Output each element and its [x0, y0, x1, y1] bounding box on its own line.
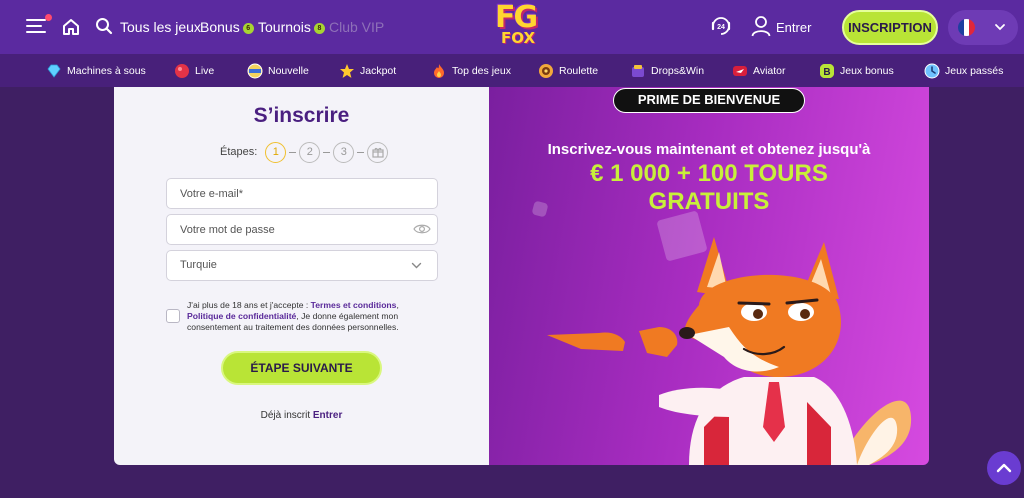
category-label: Jeux passés	[945, 65, 1004, 77]
next-step-button[interactable]: ÉTAPE SUIVANTE	[221, 351, 382, 385]
nav-all-games-label: Tous les jeux	[120, 19, 201, 35]
site-logo[interactable]: FG FOX	[492, 3, 550, 51]
live-icon	[175, 64, 189, 78]
category-new[interactable]: Nouvelle	[247, 62, 309, 80]
user-icon[interactable]	[751, 15, 771, 37]
bonus-count-badge: 6	[242, 23, 254, 34]
category-label: Jackpot	[360, 65, 397, 77]
form-title: S’inscrire	[253, 104, 350, 127]
category-bonus-games[interactable]: B Jeux bonus	[819, 62, 894, 80]
tournaments-count-badge: 8	[313, 23, 325, 34]
history-icon	[924, 63, 940, 79]
scroll-to-top-button[interactable]	[987, 451, 1021, 485]
nav-bonus-label: Bonus	[200, 19, 240, 35]
aviator-icon	[733, 66, 747, 76]
nav-vip-club[interactable]: Club VIP	[329, 19, 384, 35]
menu-icon[interactable]	[26, 14, 52, 35]
diamond-icon	[47, 64, 61, 78]
category-roulette[interactable]: Roulette	[538, 62, 598, 80]
terms-link[interactable]: Termes et conditions	[311, 300, 397, 310]
fox-mascot-illustration	[547, 237, 912, 465]
category-label: Machines à sous	[67, 65, 146, 77]
category-drops-win[interactable]: Drops&Win	[630, 62, 704, 80]
support-24-icon[interactable]: 24	[710, 15, 732, 37]
step-gift	[367, 141, 389, 163]
category-slots[interactable]: Machines à sous	[46, 62, 146, 80]
category-live[interactable]: Live	[174, 62, 214, 80]
category-aviator[interactable]: Aviator	[732, 62, 786, 80]
category-label: Jeux bonus	[840, 65, 894, 77]
support-badge-text: 24	[717, 24, 725, 31]
top-header: Tous les jeux Bonus 6 Tournois 8 Club VIP …	[0, 0, 1024, 54]
welcome-bonus-badge: PRIME DE BIENVENUE	[613, 88, 805, 113]
language-select[interactable]	[948, 10, 1018, 45]
nav-tournaments[interactable]: Tournois 8	[258, 19, 325, 35]
france-flag-icon	[958, 19, 975, 36]
show-password-icon[interactable]	[413, 223, 431, 235]
search-icon[interactable]	[95, 17, 113, 35]
nav-vip-club-label: Club VIP	[329, 19, 385, 35]
category-label: Top des jeux	[452, 65, 511, 77]
fire-icon	[434, 64, 444, 78]
country-select-value: Turquie	[180, 259, 217, 271]
chevron-up-icon	[996, 463, 1012, 473]
drops-win-icon	[632, 65, 644, 77]
category-label: Roulette	[559, 65, 599, 77]
category-label: Nouvelle	[268, 65, 309, 77]
nav-tournaments-label: Tournois	[258, 19, 311, 35]
step-separator	[289, 151, 297, 153]
step-2: 2	[299, 141, 321, 163]
step-1: 1	[265, 141, 287, 163]
login-link[interactable]: Entrer	[776, 20, 811, 35]
promo-amount: € 1 000 + 100 TOURS	[590, 160, 828, 187]
nav-all-games[interactable]: Tous les jeux	[120, 19, 201, 35]
consent-text: J'ai plus de 18 ans et j'accepte : Terme…	[187, 300, 417, 333]
welcome-bonus-panel: PRIME DE BIENVENUE Inscrivez-vous mainte…	[489, 87, 929, 465]
steps-label: Étapes:	[220, 146, 258, 158]
category-label: Live	[195, 65, 215, 77]
already-registered-text: Déjà inscrit	[260, 410, 311, 421]
password-field[interactable]	[166, 214, 438, 245]
new-icon	[247, 63, 263, 79]
category-bar: Machines à sous Live Nouvelle Jackpot To…	[0, 54, 1024, 87]
nav-bonus[interactable]: Bonus 6	[200, 19, 254, 35]
category-label: Aviator	[753, 65, 786, 77]
logo-fox-text: FOX	[501, 29, 536, 47]
consent-prefix: J'ai plus de 18 ans et j'accepte :	[187, 300, 311, 310]
chevron-down-icon	[411, 262, 422, 269]
already-registered: Déjà inscrit Entrer	[114, 410, 489, 421]
privacy-policy-link[interactable]: Politique de confidentialité	[187, 311, 296, 321]
step-separator	[323, 151, 331, 153]
step-3: 3	[333, 141, 355, 163]
bonus-games-icon: B	[820, 64, 834, 78]
registration-form-panel: S’inscrire Étapes: 1 2 3 Votre e-mail* T…	[114, 87, 489, 465]
home-icon[interactable]	[61, 17, 81, 37]
email-field[interactable]	[166, 178, 438, 209]
star-icon	[340, 64, 354, 78]
consent-checkbox[interactable]	[166, 309, 180, 323]
roulette-icon	[539, 64, 553, 78]
promo-amount-line2: GRATUITS	[648, 188, 770, 215]
promo-subtitle: Inscrivez-vous maintenant et obtenez jus…	[547, 141, 871, 158]
svg-text:B: B	[823, 67, 830, 78]
step-separator	[357, 151, 365, 153]
country-select[interactable]: Turquie	[166, 250, 438, 281]
category-top-games[interactable]: Top des jeux	[431, 62, 511, 80]
signup-button[interactable]: INSCRIPTION	[842, 10, 938, 45]
registration-modal: S’inscrire Étapes: 1 2 3 Votre e-mail* T…	[114, 87, 929, 465]
gift-icon	[372, 147, 384, 158]
consent-comma: ,	[396, 300, 399, 310]
category-past-games[interactable]: Jeux passés	[924, 62, 1003, 80]
category-label: Drops&Win	[651, 65, 705, 77]
login-link-form[interactable]: Entrer	[313, 410, 342, 421]
category-jackpot[interactable]: Jackpot	[339, 62, 396, 80]
steps-indicator: Étapes: 1 2 3	[220, 141, 389, 163]
chevron-down-icon	[995, 24, 1005, 31]
